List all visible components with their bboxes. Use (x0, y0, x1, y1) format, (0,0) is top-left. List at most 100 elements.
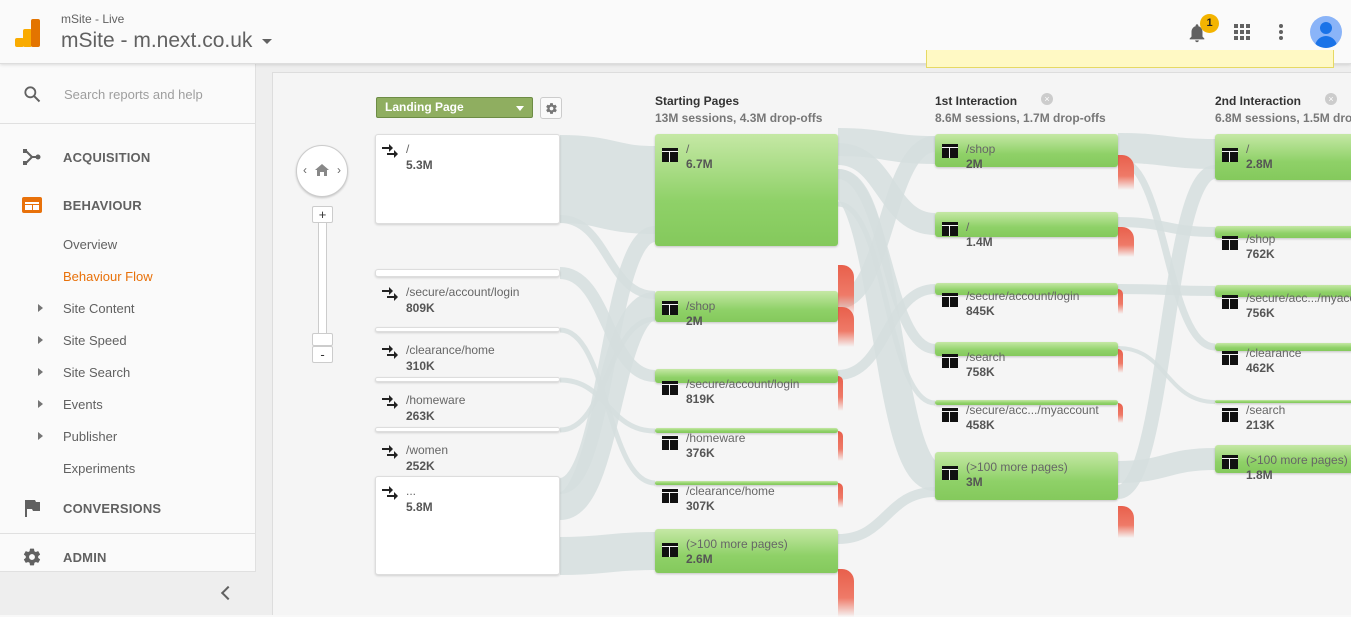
page-icon (942, 293, 958, 307)
landing-page-node[interactable]: ... 5.8M (375, 476, 560, 575)
entrance-arrows-icon (382, 287, 398, 301)
landing-page-node[interactable]: / 5.3M (375, 134, 560, 224)
pan-left-icon[interactable]: ‹ (303, 163, 307, 177)
account-selector[interactable]: mSite - m.next.co.uk (61, 29, 273, 53)
node-name: /secure/acc.../myaccount (966, 403, 1099, 417)
remove-column-icon[interactable]: × (1041, 93, 1053, 105)
drop-off-indicator[interactable] (1118, 154, 1134, 190)
node-value: 462K (1246, 361, 1275, 375)
page-icon (942, 466, 958, 480)
page-node[interactable]: /clearance/home 307K (655, 481, 838, 525)
node-name: /homeware (686, 431, 746, 445)
entrance-arrows-icon (382, 395, 398, 409)
page-node[interactable]: /clearance 462K (1215, 343, 1351, 387)
drop-off-indicator[interactable] (1118, 289, 1123, 314)
node-name: /clearance/home (406, 343, 495, 357)
page-node[interactable]: (>100 more pages) 1.8M (1215, 445, 1351, 489)
landing-page-node[interactable]: /homeware 263K (375, 377, 560, 423)
page-node[interactable]: /homeware 376K (655, 428, 838, 472)
zoom-slider-thumb[interactable] (312, 333, 333, 346)
page-node[interactable]: /2.8M (1215, 134, 1351, 180)
drop-off-indicator[interactable] (838, 569, 854, 617)
page-node[interactable]: (>100 more pages) 3M (935, 452, 1118, 500)
page-node[interactable]: /1.4M (935, 212, 1118, 256)
page-node[interactable]: /search 758K (935, 342, 1118, 386)
node-name: /clearance/home (686, 484, 775, 498)
drop-off-indicator[interactable] (1118, 505, 1134, 538)
page-node[interactable]: /6.7M (655, 134, 838, 246)
page-node[interactable]: (>100 more pages) 2.6M (655, 529, 838, 573)
flow-settings-button[interactable] (540, 97, 562, 119)
dimension-select-value: Landing Page (385, 100, 464, 114)
node-name: /shop (1246, 232, 1276, 246)
page-node[interactable]: /search 213K (1215, 400, 1351, 444)
apps-grid-icon[interactable] (1234, 24, 1250, 40)
page-node[interactable]: /shop 2M (655, 291, 838, 335)
page-icon (1222, 408, 1238, 422)
node-value: 2.8M (1246, 157, 1273, 171)
drop-off-indicator[interactable] (838, 376, 843, 411)
page-icon (1222, 236, 1238, 250)
landing-page-node[interactable]: /women 252K (375, 427, 560, 473)
page-node[interactable]: /shop 762K (1215, 226, 1351, 270)
drop-off-indicator[interactable] (1118, 349, 1123, 373)
node-value: 845K (966, 304, 995, 318)
node-value: 307K (686, 499, 715, 513)
page-node[interactable]: /secure/acc.../myaccount 458K (935, 400, 1118, 444)
page-icon (942, 354, 958, 368)
node-value: 263K (406, 409, 435, 423)
flow-link[interactable] (837, 487, 936, 544)
page-icon (1222, 295, 1238, 309)
pan-right-icon[interactable]: › (337, 163, 341, 177)
pan-control[interactable]: ‹ › (296, 145, 348, 197)
page-icon (662, 381, 678, 395)
flow-link[interactable] (559, 135, 656, 234)
node-name: (>100 more pages) (686, 537, 788, 551)
node-value: 2.6M (686, 552, 713, 566)
drop-off-indicator[interactable] (1118, 227, 1134, 257)
page-icon (662, 301, 678, 315)
caret-down-icon (262, 38, 273, 44)
page-icon (662, 436, 678, 450)
drop-off-indicator[interactable] (838, 483, 843, 508)
node-value: 2M (966, 157, 983, 171)
home-icon[interactable] (314, 162, 330, 178)
zoom-out-button[interactable]: - (312, 346, 333, 363)
flow-link[interactable] (559, 532, 656, 575)
notification-badge[interactable]: 1 (1200, 14, 1219, 33)
analytics-logo[interactable] (15, 19, 41, 47)
node-value: 213K (1246, 418, 1275, 432)
node-name: / (686, 142, 690, 156)
column-header-2nd-interaction: 2nd Interaction 6.8M sessions, 1.5M drop… (1215, 93, 1351, 125)
column-summary: 8.6M sessions, 1.7M drop-offs (935, 111, 1106, 125)
avatar[interactable] (1310, 16, 1342, 48)
page-icon (942, 144, 958, 158)
drop-off-indicator[interactable] (838, 307, 854, 347)
page-icon (1222, 148, 1238, 162)
drop-off-indicator[interactable] (1118, 402, 1123, 423)
more-vert-icon[interactable] (1279, 24, 1283, 40)
node-value: 5.8M (406, 500, 433, 514)
node-value: 252K (406, 459, 435, 473)
entrance-arrows-icon (382, 345, 398, 359)
remove-column-icon[interactable]: × (1325, 93, 1337, 105)
node-name: (>100 more pages) (1246, 453, 1348, 467)
node-name: /search (1246, 403, 1286, 417)
column-summary: 6.8M sessions, 1.5M drop-offs (1215, 111, 1351, 125)
dimension-select[interactable]: Landing Page (376, 97, 533, 118)
page-node[interactable]: /shop 2M (935, 134, 1118, 178)
entrance-arrows-icon (382, 486, 398, 500)
page-node[interactable]: /secure/account/login 819K (655, 369, 838, 413)
landing-page-node[interactable]: /secure/account/login 809K (375, 269, 560, 315)
node-value: 762K (1246, 247, 1275, 261)
zoom-slider-track[interactable] (318, 222, 327, 336)
page-node[interactable]: /secure/acc.../myaccount756K (1215, 285, 1351, 329)
page-icon (662, 489, 678, 503)
flow-link[interactable] (1117, 217, 1216, 237)
drop-off-indicator[interactable] (838, 430, 843, 461)
flow-link[interactable] (1117, 133, 1216, 169)
page-node[interactable]: /secure/account/login 845K (935, 283, 1118, 327)
node-value: 376K (686, 446, 715, 460)
landing-page-node[interactable]: /clearance/home 310K (375, 327, 560, 373)
zoom-in-button[interactable]: + (312, 206, 333, 223)
